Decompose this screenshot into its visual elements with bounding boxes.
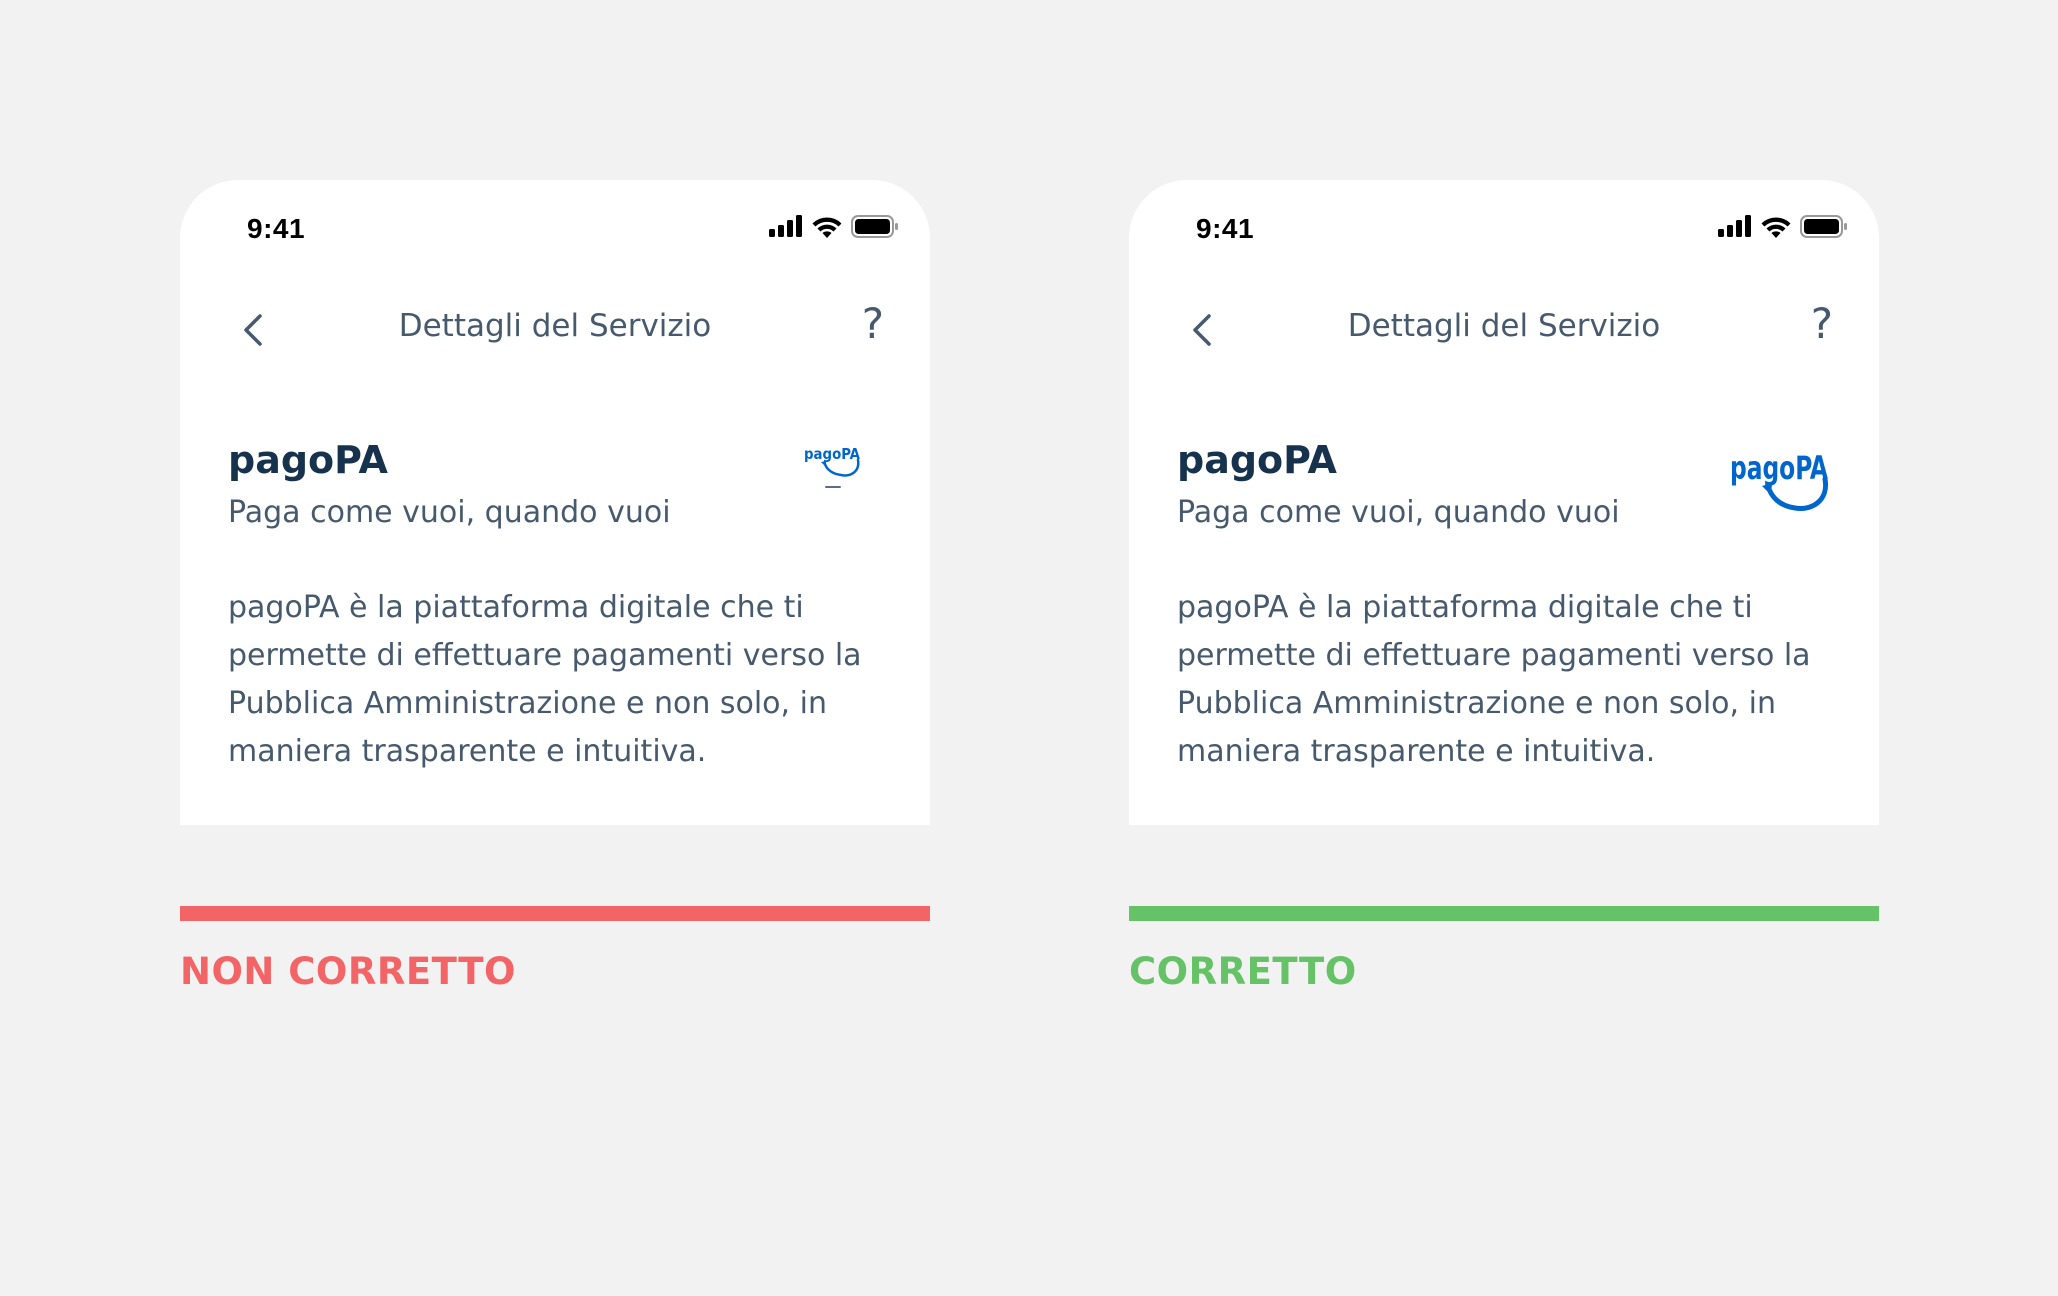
phone-screen: 9:41 Dettagli del Servizio ? pagoPA Paga… bbox=[1129, 180, 1879, 825]
help-question-icon[interactable]: ? bbox=[1811, 303, 1833, 345]
cellular-signal-icon bbox=[1718, 215, 1751, 237]
phone-screen: 9:41 Dettagli del Servizio ? pagoPA Paga… bbox=[180, 180, 930, 825]
incorrect-indicator-bar bbox=[180, 906, 930, 921]
battery-icon bbox=[851, 214, 898, 238]
status-bar-time: 9:41 bbox=[247, 213, 306, 244]
svg-text:pagoPA: pagoPA bbox=[804, 445, 861, 463]
svg-text:pagoPA: pagoPA bbox=[1730, 449, 1829, 487]
status-bar-time: 9:41 bbox=[1196, 213, 1255, 244]
incorrect-label: NON CORRETTO bbox=[180, 950, 516, 993]
service-name: pagoPA bbox=[228, 438, 388, 482]
navigation-header: Dettagli del Servizio ? bbox=[1129, 300, 1879, 360]
correct-indicator-bar bbox=[1129, 906, 1879, 921]
status-bar-icons bbox=[769, 213, 899, 239]
battery-icon bbox=[1800, 214, 1847, 238]
correct-label: CORRETTO bbox=[1129, 950, 1357, 993]
page-title: Dettagli del Servizio bbox=[398, 308, 712, 344]
correct-example-panel: 9:41 Dettagli del Servizio ? pagoPA Paga… bbox=[1129, 180, 1879, 993]
service-description: pagoPA è la piattaforma digitale che ti … bbox=[1177, 590, 1811, 769]
service-subtitle: Paga come vuoi, quando vuoi bbox=[228, 495, 671, 530]
service-name: pagoPA bbox=[1177, 438, 1337, 482]
cellular-signal-icon bbox=[769, 215, 802, 237]
service-subtitle: Paga come vuoi, quando vuoi bbox=[1177, 495, 1620, 530]
help-question-icon[interactable]: ? bbox=[862, 303, 884, 345]
navigation-header: Dettagli del Servizio ? bbox=[180, 300, 930, 360]
service-description: pagoPA è la piattaforma digitale che ti … bbox=[228, 590, 862, 769]
wifi-icon bbox=[812, 216, 842, 238]
wifi-icon bbox=[1761, 216, 1791, 238]
status-bar-icons bbox=[1718, 213, 1848, 239]
pagopa-logo-icon: pagoPA bbox=[1730, 449, 1829, 512]
incorrect-example-panel: 9:41 Dettagli del Servizio ? pagoPA Paga… bbox=[180, 180, 930, 993]
page-title: Dettagli del Servizio bbox=[1347, 308, 1661, 344]
pagopa-logo-icon: pagoPA bbox=[804, 445, 861, 488]
